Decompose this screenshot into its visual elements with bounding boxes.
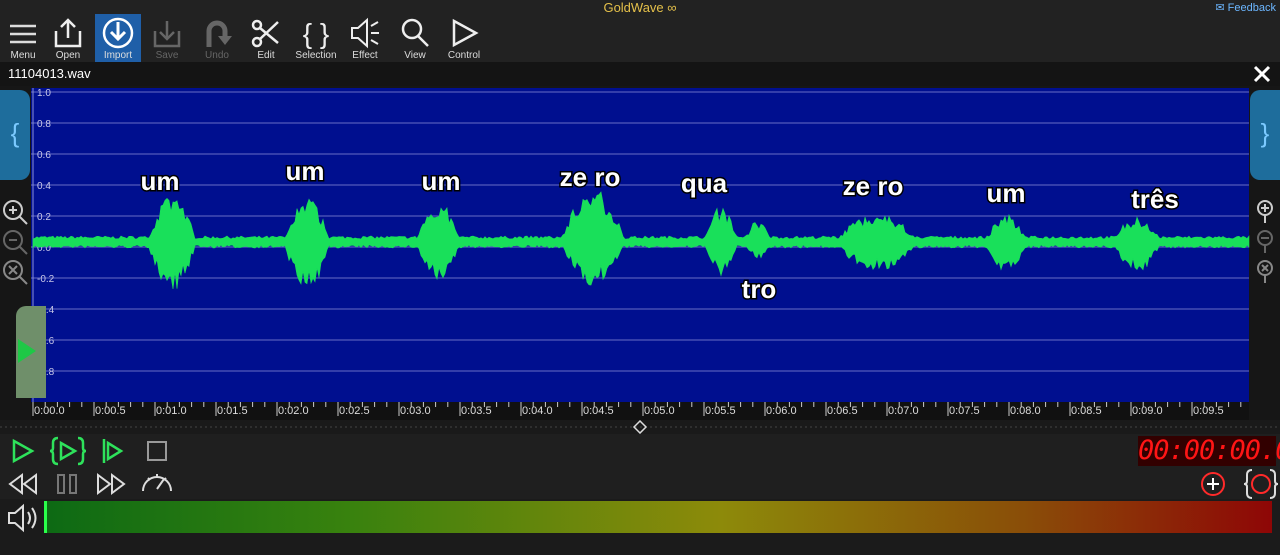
annotation-label: um [422,166,461,196]
time-label: 0:00.5 [95,405,126,417]
time-label: 0:08.5 [1071,405,1102,417]
annotation-label: um [141,166,180,196]
time-label: 0:03.0 [400,405,431,417]
close-icon[interactable] [1252,63,1272,85]
annotation-label: um [286,156,325,186]
control-label: Control [447,50,481,61]
play-selection-icon[interactable] [49,436,87,466]
time-label: 0:05.5 [705,405,736,417]
save-button[interactable]: Save [144,14,190,62]
time-label: 0:00.0 [34,405,65,417]
magnifier-icon [401,18,429,47]
time-display: 00:00:00.0 [1138,435,1280,466]
record-add-icon[interactable] [1201,472,1225,496]
time-ruler-background [31,402,1249,420]
control-button[interactable]: Control [441,14,487,62]
scissors-icon [251,19,279,48]
speed-gauge-icon[interactable] [142,474,172,492]
amplitude-label: -0.2 [37,274,55,285]
view-button[interactable]: View [392,14,438,62]
time-label: 0:05.0 [644,405,675,417]
pause-icon[interactable] [57,474,77,494]
view-splitter[interactable] [0,419,1280,435]
play-from-cursor-icon[interactable] [102,439,124,463]
time-label: 0:01.0 [156,405,187,417]
annotation-label: qua [681,168,728,198]
annotation-label: um [987,178,1026,208]
splitter-handle[interactable] [0,419,1280,435]
time-ruler: 0:00.0 0:00.5 0:01.0 0:01.5 0:02.0 0:02.5 0:03… [31,402,1249,420]
selection-button[interactable]: { } Selection [293,14,339,62]
annotation-label: ze ro [843,171,904,201]
record-selection-icon[interactable] [1243,469,1279,499]
time-label: 0:02.5 [339,405,370,417]
time-label: 0:06.5 [827,405,858,417]
playback-position-marker[interactable] [16,306,46,398]
stop-icon[interactable] [147,441,167,461]
undo-icon [206,20,232,47]
level-meter [46,501,1272,533]
time-label: 0:04.0 [522,405,553,417]
speaker-icon [351,17,379,49]
annotation-label: ze ro [560,162,621,192]
edit-button[interactable]: Edit [243,14,289,62]
amplitude-label: 0.8 [37,119,51,130]
time-label: 0:01.5 [217,405,248,417]
time-label: 0:02.0 [278,405,309,417]
play-icon[interactable] [12,438,35,464]
time-label: 0:04.5 [583,405,614,417]
time-label: 0:08.0 [1010,405,1041,417]
file-tab-bar: 11104013.wav [0,62,1280,86]
svg-text:{ }: { } [303,18,329,49]
volume-icon[interactable] [4,500,44,536]
bottom-strip [0,537,1280,555]
time-label: 0:06.0 [766,405,797,417]
file-name[interactable]: 11104013.wav [8,66,91,81]
waveform-area: { } 1.00.80.60.40.20.0-0.2-0.4-0.6-0.8 u… [0,86,1280,420]
volume-level-bar [0,499,1280,537]
time-label: 0:07.0 [888,405,919,417]
rewind-icon[interactable] [8,473,37,495]
time-label: 0:09.0 [1132,405,1163,417]
toolbar: Menu Open Import Save Undo Edit { } Sele… [0,14,1280,62]
transport-buttons [8,436,172,495]
waveform-display[interactable]: 1.00.80.60.40.20.0-0.2-0.4-0.6-0.8 umumu… [0,86,1280,420]
amplitude-label: 0.2 [37,212,51,223]
open-button[interactable]: Open [45,14,91,62]
braces-icon: { } [303,18,329,49]
time-label: 0:09.5 [1193,405,1224,417]
fast-forward-icon[interactable] [97,473,126,495]
menu-icon [10,24,36,44]
effect-button[interactable]: Effect [342,14,388,62]
amplitude-label: 1.0 [37,88,51,99]
amplitude-label: 0.4 [37,181,51,192]
annotation-label: três [1131,184,1179,214]
undo-button[interactable]: Undo [194,14,240,62]
play-outline-icon [452,18,479,48]
transport-panel: 00:00:00.0 [0,434,1280,499]
level-meter-indicator [44,501,47,533]
import-icon [102,17,134,49]
time-label: 0:07.5 [949,405,980,417]
record-controls [1201,469,1279,499]
annotation-label: tro [742,274,777,304]
time-label: 0:03.5 [461,405,492,417]
amplitude-label: 0.6 [37,150,51,161]
open-icon [54,18,82,48]
save-icon [153,21,181,48]
play-marker-icon [18,339,36,363]
import-button[interactable]: Import [95,14,141,62]
